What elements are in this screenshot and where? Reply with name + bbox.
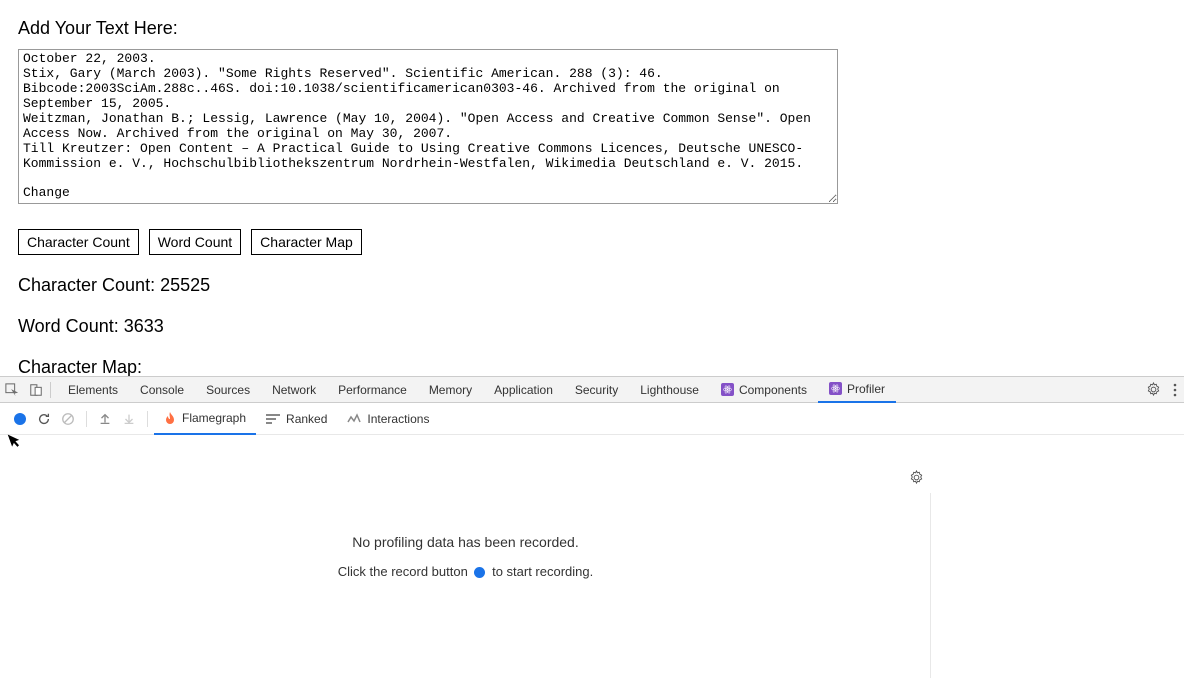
- tab-security[interactable]: Security: [564, 377, 629, 403]
- load-profile-button[interactable]: [93, 403, 117, 435]
- no-data-message: No profiling data has been recorded.: [352, 534, 578, 550]
- tab-components-label: Components: [739, 383, 807, 397]
- flamegraph-label: Flamegraph: [182, 411, 246, 425]
- profiler-content: No profiling data has been recorded. Cli…: [0, 435, 931, 678]
- separator: [86, 411, 87, 427]
- panel-divider[interactable]: [930, 493, 931, 678]
- character-count-button[interactable]: Character Count: [18, 229, 139, 255]
- character-map-button[interactable]: Character Map: [251, 229, 362, 255]
- separator: [147, 411, 148, 427]
- interactions-label: Interactions: [367, 412, 429, 426]
- react-icon: [829, 382, 842, 395]
- record-dot-icon: [14, 413, 26, 425]
- tab-components[interactable]: Components: [710, 377, 818, 403]
- instruction-message: Click the record button to start recordi…: [338, 564, 593, 579]
- button-row: Character Count Word Count Character Map: [18, 229, 1166, 255]
- record-button[interactable]: [8, 403, 32, 435]
- tab-performance[interactable]: Performance: [327, 377, 418, 403]
- profiler-toolbar: Flamegraph Ranked Interactions: [0, 403, 1184, 435]
- character-map-result: Character Map:: [18, 357, 1166, 378]
- word-count-button[interactable]: Word Count: [149, 229, 241, 255]
- interactions-tab[interactable]: Interactions: [337, 403, 439, 435]
- inspect-element-icon[interactable]: [0, 377, 24, 403]
- devtools-settings-icon[interactable]: [1140, 382, 1166, 397]
- separator: [50, 382, 51, 398]
- interactions-icon: [347, 413, 361, 425]
- tab-application[interactable]: Application: [483, 377, 564, 403]
- word-count-result: Word Count: 3633: [18, 316, 1166, 337]
- instruction-after: to start recording.: [492, 564, 593, 579]
- heading-label: Add Your Text Here:: [18, 18, 1166, 39]
- ranked-tab[interactable]: Ranked: [256, 403, 337, 435]
- save-profile-button[interactable]: [117, 403, 141, 435]
- tab-lighthouse[interactable]: Lighthouse: [629, 377, 710, 403]
- flamegraph-tab[interactable]: Flamegraph: [154, 403, 256, 435]
- devtools-panel: Elements Console Sources Network Perform…: [0, 376, 1184, 678]
- more-icon[interactable]: [1166, 383, 1184, 397]
- tab-profiler-label: Profiler: [847, 382, 885, 396]
- tab-profiler[interactable]: Profiler: [818, 377, 896, 403]
- ranked-label: Ranked: [286, 412, 327, 426]
- tab-memory[interactable]: Memory: [418, 377, 483, 403]
- character-count-result: Character Count: 25525: [18, 275, 1166, 296]
- tab-network[interactable]: Network: [261, 377, 327, 403]
- reload-button[interactable]: [32, 403, 56, 435]
- device-toggle-icon[interactable]: [24, 377, 48, 403]
- instruction-before: Click the record button: [338, 564, 468, 579]
- tab-console[interactable]: Console: [129, 377, 195, 403]
- app-content: Add Your Text Here: Character Count Word…: [0, 0, 1184, 396]
- react-icon: [721, 383, 734, 396]
- ranked-icon: [266, 413, 280, 425]
- record-dot-icon: [474, 567, 485, 578]
- tab-sources[interactable]: Sources: [195, 377, 261, 403]
- text-input[interactable]: [18, 49, 838, 204]
- flame-icon: [164, 411, 176, 425]
- devtools-tabbar: Elements Console Sources Network Perform…: [0, 377, 1184, 403]
- profiler-settings-icon[interactable]: [909, 470, 924, 485]
- tab-elements[interactable]: Elements: [57, 377, 129, 403]
- clear-button[interactable]: [56, 403, 80, 435]
